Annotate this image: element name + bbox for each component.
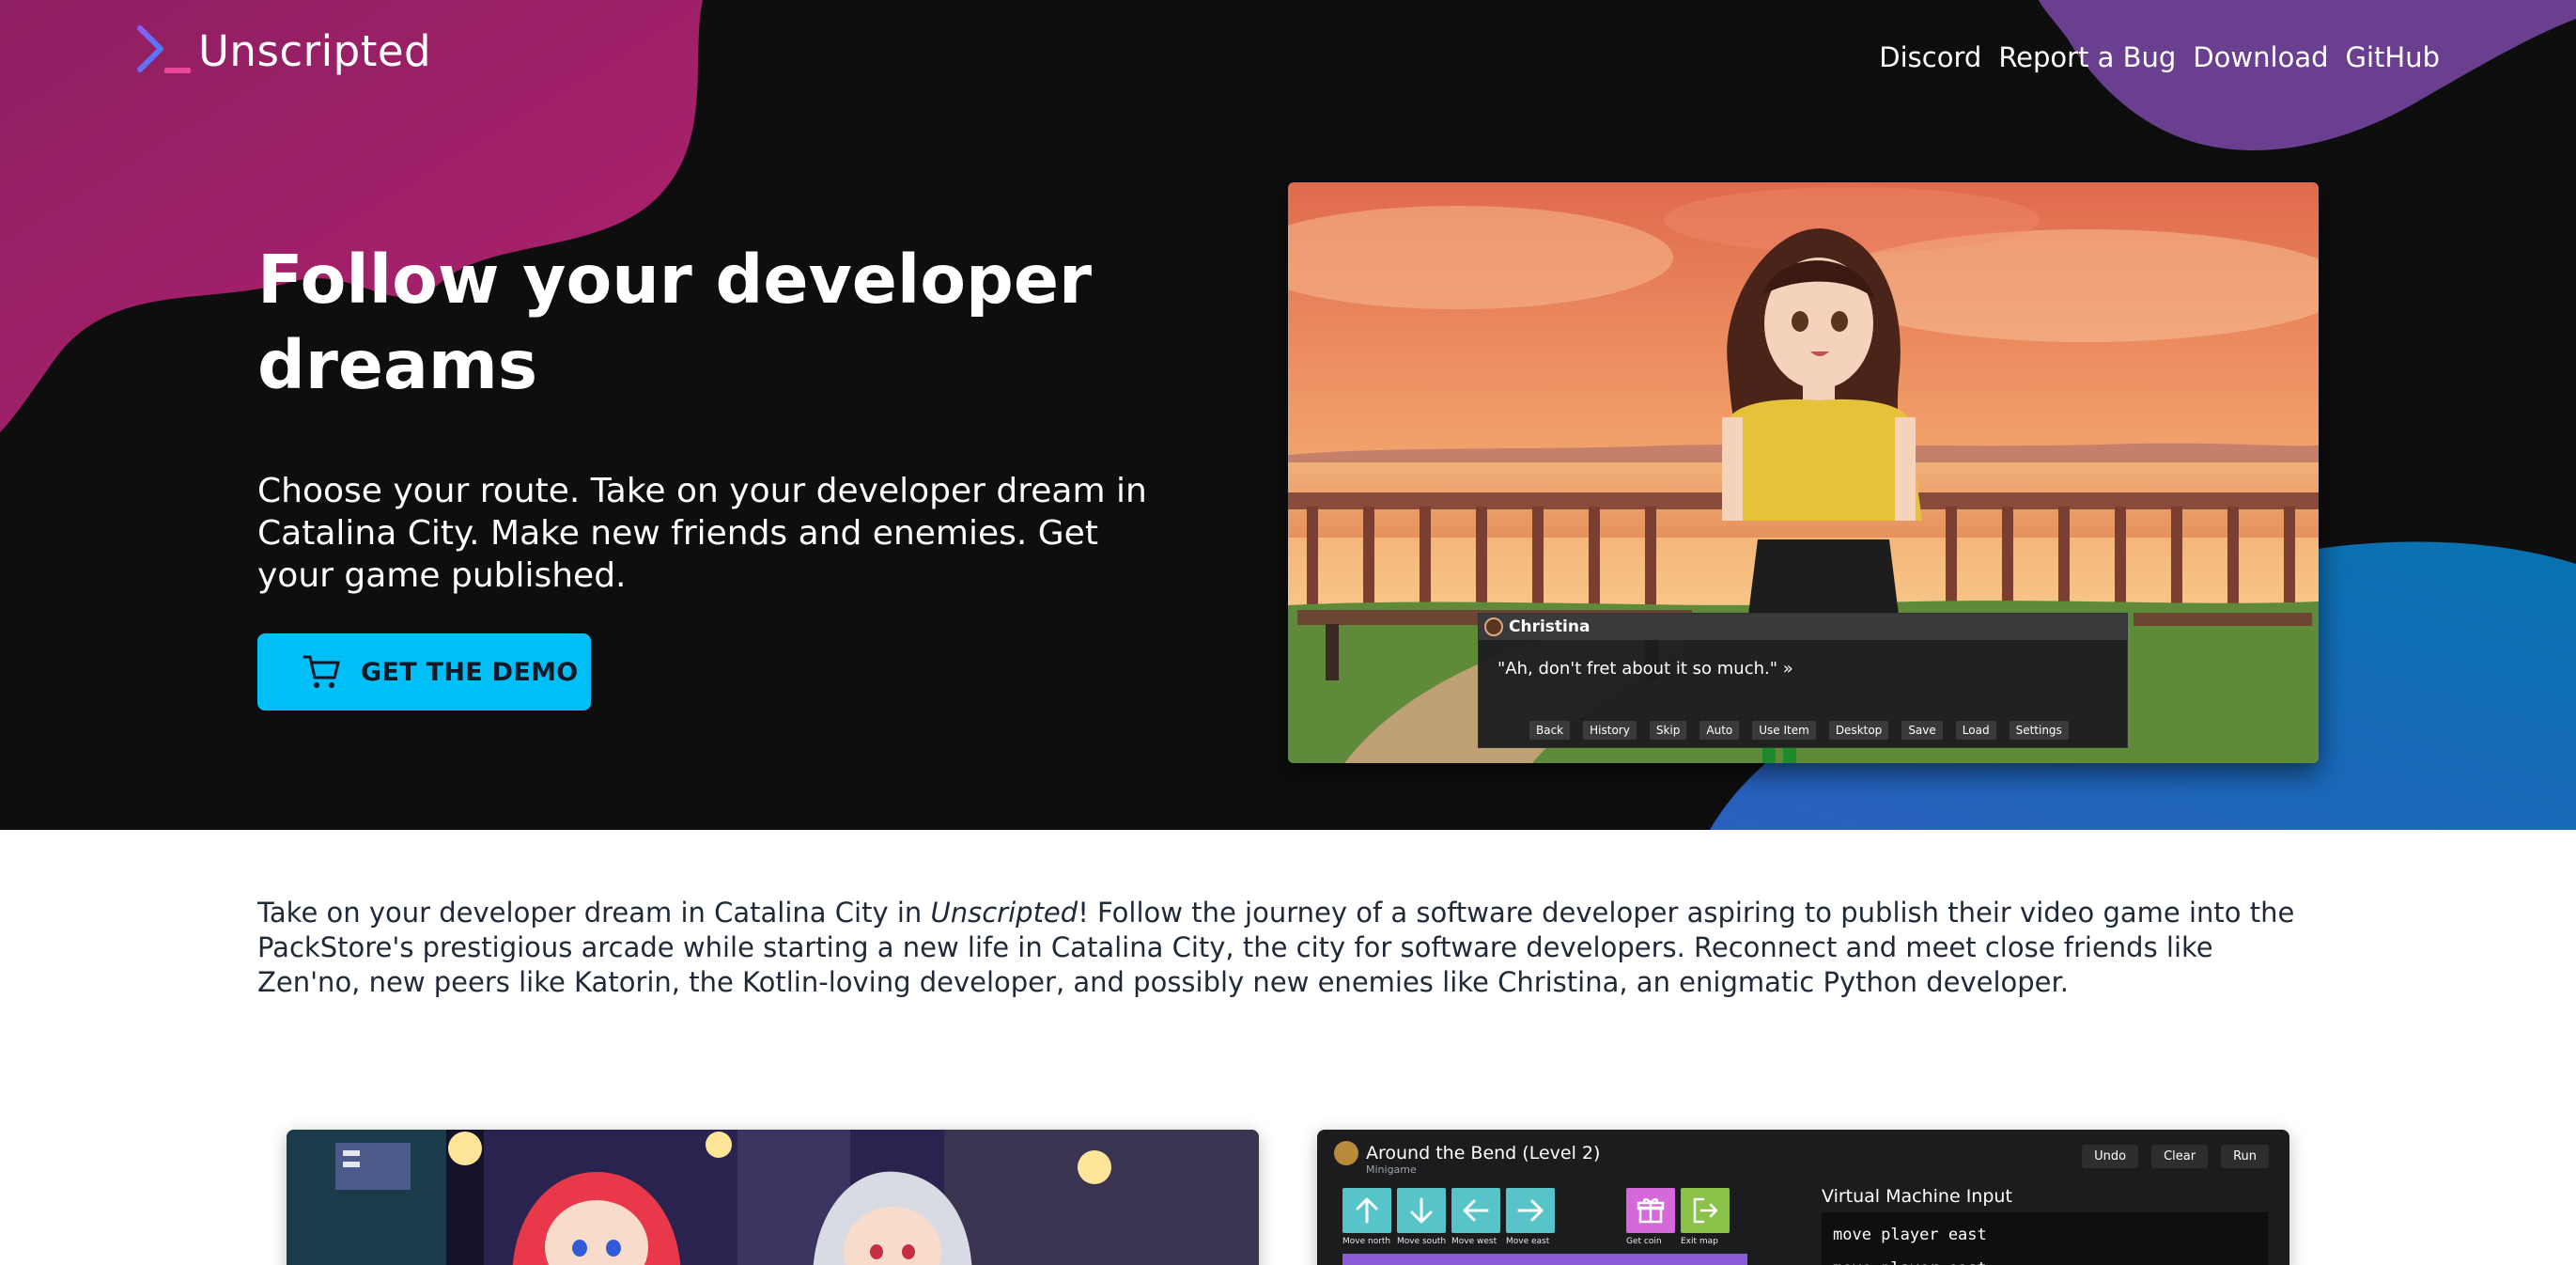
vm-input-box[interactable]: move player east move player east <box>1822 1212 2268 1265</box>
minigame-card: Around the Bend (Level 2) Minigame Undo … <box>1317 1130 2289 1265</box>
get-coin-button[interactable] <box>1626 1188 1675 1233</box>
gift-icon <box>1637 1198 1665 1224</box>
screenshot-card-characters <box>287 1130 1259 1265</box>
clear-button[interactable]: Clear <box>2151 1145 2209 1168</box>
nav-download[interactable]: Download <box>2193 41 2328 73</box>
dialogue-line: "Ah, don't fret about it so much." » <box>1497 659 1793 679</box>
terminal-prompt-icon <box>137 25 191 73</box>
minigame-control-labels: Move north Move south Move west Move eas… <box>1342 1237 1735 1246</box>
dialogue-auto-button[interactable]: Auto <box>1699 721 1740 740</box>
move-north-label: Move north <box>1342 1237 1391 1246</box>
dialogue-use-item-button[interactable]: Use Item <box>1752 721 1816 740</box>
dialogue-header: Christina <box>1479 614 2127 640</box>
controls-spacer <box>1560 1188 1626 1233</box>
characters-scene-illustration <box>287 1130 1259 1265</box>
top-navigation: Unscripted Discord Report a Bug Download… <box>0 0 2576 103</box>
description-text-start: Take on your developer dream in Catalina… <box>257 897 931 929</box>
vm-input-line: move player east <box>1833 1252 2257 1265</box>
speaker-avatar <box>1484 617 1503 636</box>
nav-report-bug[interactable]: Report a Bug <box>1998 41 2176 73</box>
dialogue-settings-button[interactable]: Settings <box>2009 721 2069 740</box>
brand-logo[interactable]: Unscripted <box>136 23 431 79</box>
nav-discord[interactable]: Discord <box>1879 41 1981 73</box>
move-east-button[interactable] <box>1506 1188 1555 1233</box>
exit-map-label: Exit map <box>1681 1237 1718 1246</box>
dialogue-desktop-button[interactable]: Desktop <box>1828 721 1889 740</box>
arrow-up-icon <box>1356 1197 1378 1224</box>
move-west-label: Move west <box>1451 1237 1497 1246</box>
minigame-actions: Undo Clear Run <box>2069 1145 2269 1168</box>
hero-section: Unscripted Discord Report a Bug Download… <box>0 0 2576 830</box>
hero-subline: Choose your route. Take on your develope… <box>257 472 1147 595</box>
arrow-left-icon <box>1463 1199 1489 1222</box>
undo-button[interactable]: Undo <box>2082 1145 2139 1168</box>
move-east-label: Move east <box>1506 1237 1550 1246</box>
labels-spacer <box>1560 1237 1626 1246</box>
minigame-avatar-icon <box>1334 1141 1358 1165</box>
dialogue-skip-button[interactable]: Skip <box>1649 721 1687 740</box>
get-demo-label: GET THE DEMO <box>361 657 579 687</box>
game-description: Take on your developer dream in Catalina… <box>257 896 2324 1000</box>
cart-icon <box>303 655 340 688</box>
move-south-button[interactable] <box>1397 1188 1446 1233</box>
exit-icon <box>1693 1197 1718 1224</box>
speaker-name: Christina <box>1509 617 1591 636</box>
hero-headline: Follow your developer dreams <box>257 241 1093 404</box>
move-north-button[interactable] <box>1342 1188 1391 1233</box>
arrow-down-icon <box>1410 1197 1433 1224</box>
minigame-controls <box>1342 1188 1735 1233</box>
minigame-board <box>1342 1254 1747 1265</box>
dialogue-history-button[interactable]: History <box>1583 721 1637 740</box>
dialogue-controls: Back History Skip Auto Use Item Desktop … <box>1529 721 2082 740</box>
dialogue-save-button[interactable]: Save <box>1901 721 1943 740</box>
dialogue-back-button[interactable]: Back <box>1529 721 1571 740</box>
vm-input-line: move player east <box>1833 1226 1987 1244</box>
minigame-title: Around the Bend (Level 2) <box>1366 1143 1601 1163</box>
description-game-title: Unscripted <box>930 897 1079 929</box>
dialogue-box: Christina "Ah, don't fret about it so mu… <box>1478 613 2128 748</box>
move-south-label: Move south <box>1397 1237 1447 1246</box>
get-demo-button[interactable]: GET THE DEMO <box>257 633 591 711</box>
vm-input-title: Virtual Machine Input <box>1822 1186 2012 1207</box>
move-west-button[interactable] <box>1451 1188 1500 1233</box>
main-nav: Discord Report a Bug Download GitHub <box>1862 41 2440 73</box>
nav-github[interactable]: GitHub <box>2346 41 2441 73</box>
dialogue-load-button[interactable]: Load <box>1955 721 1996 740</box>
exit-map-button[interactable] <box>1681 1188 1730 1233</box>
run-button[interactable]: Run <box>2221 1145 2269 1168</box>
get-coin-label: Get coin <box>1626 1237 1662 1246</box>
game-screenshot: Christina "Ah, don't fret about it so mu… <box>1288 182 2319 763</box>
brand-name: Unscripted <box>198 25 432 76</box>
arrow-right-icon <box>1517 1199 1544 1222</box>
minigame-subtitle: Minigame <box>1366 1163 1417 1176</box>
minigame-header: Around the Bend (Level 2) <box>1334 1141 1600 1165</box>
